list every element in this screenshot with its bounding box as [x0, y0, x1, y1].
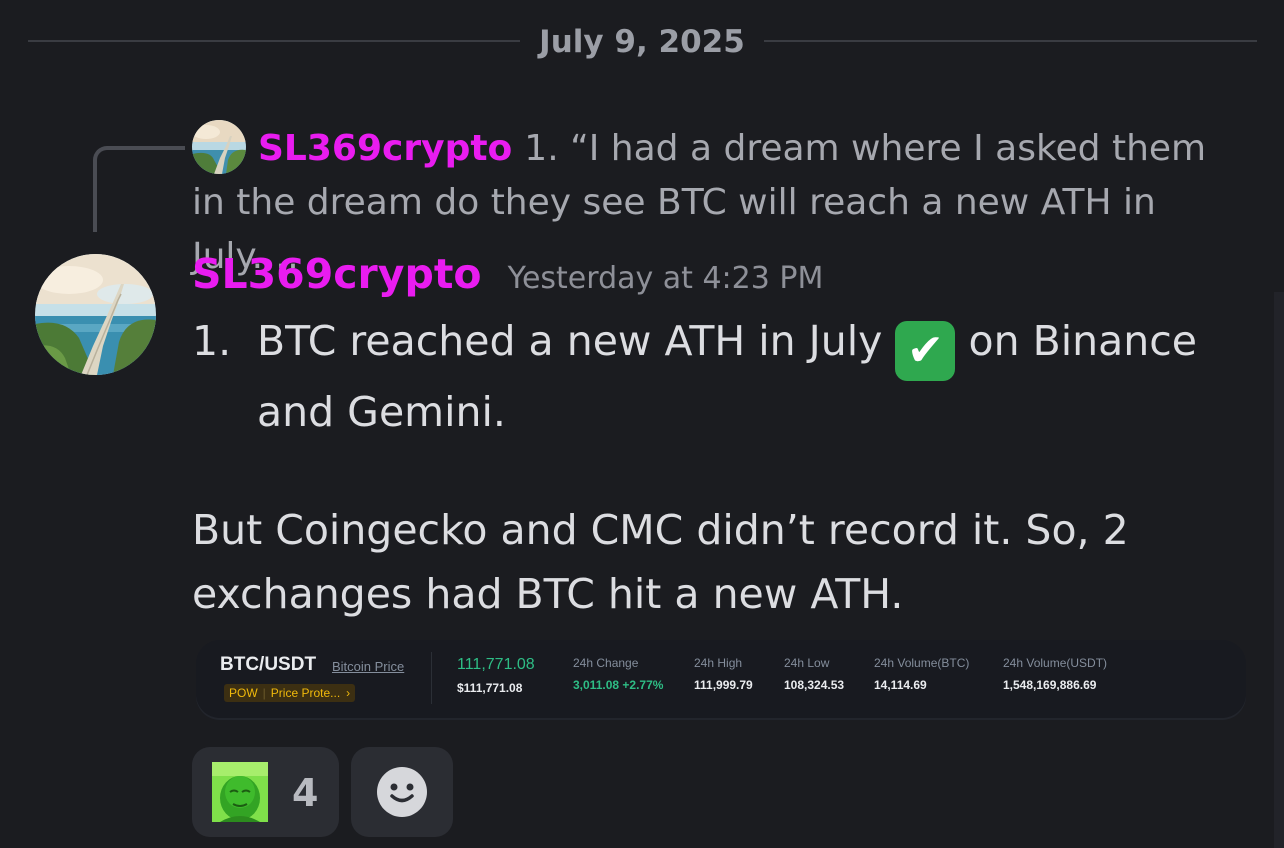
- stat-label: 24h Volume(BTC): [874, 656, 970, 670]
- add-reaction-smile-icon: [377, 767, 427, 817]
- stat-value: 1,548,169,886.69: [1003, 678, 1097, 692]
- author-name[interactable]: SL369crypto: [192, 250, 482, 298]
- ticker-stat-volume-usdt: 24h Volume(USDT) 1,548,169,886.69: [1003, 656, 1107, 692]
- embedded-ticker-image[interactable]: BTC/USDT Bitcoin Price POW | Price Prote…: [196, 640, 1246, 718]
- list-number: 1.: [192, 317, 232, 365]
- reaction-count: 4: [292, 771, 319, 815]
- list-item-text: BTC reached a new ATH in July ✔ on Binan…: [257, 310, 1222, 443]
- chevron-right-icon: ›: [346, 686, 351, 700]
- ticker-divider: [431, 652, 432, 704]
- ticker-price-link: Bitcoin Price: [332, 659, 405, 674]
- message-paragraph: But Coingecko and CMC didn’t record it. …: [192, 506, 1129, 618]
- stairway-avatar-image: [35, 254, 156, 375]
- check-mark-emoji-icon: ✔: [895, 321, 956, 381]
- ticker-stat-volume-btc: 24h Volume(BTC) 14,114.69: [874, 656, 969, 692]
- list-text-before: BTC reached a new ATH in July: [257, 317, 883, 365]
- ticker-last-price-usd: $111,771.08: [457, 681, 523, 695]
- scrollbar-track[interactable]: [1274, 292, 1284, 848]
- ticker-last-price: 111,771.08: [457, 656, 535, 673]
- stat-value: 111,999.79: [694, 678, 753, 692]
- date-divider-line-left: [28, 40, 520, 42]
- stat-value: 14,114.69: [874, 678, 927, 692]
- message-list: 1. BTC reached a new ATH in July ✔ on Bi…: [192, 310, 1222, 443]
- author-avatar[interactable]: [35, 254, 156, 375]
- stat-value: 3,011.08 +2.77%: [573, 678, 664, 692]
- pepe-emoji-icon: [212, 762, 268, 822]
- date-divider-line-right: [764, 40, 1257, 42]
- ticker-stat-low: 24h Low 108,324.53: [784, 656, 844, 692]
- ticker-tag-price-protect: Price Prote...: [270, 686, 341, 700]
- stat-value: 108,324.53: [784, 678, 845, 692]
- ticker-pair: BTC/USDT: [220, 654, 317, 675]
- ticker-stat-change: 24h Change 3,011.08 +2.77%: [573, 656, 663, 692]
- stat-label: 24h Change: [573, 656, 639, 670]
- ticker-tag-pow: POW: [229, 686, 258, 700]
- date-divider-label: July 9, 2025: [539, 24, 745, 60]
- message-timestamp[interactable]: Yesterday at 4:23 PM: [508, 261, 824, 296]
- stat-label: 24h Low: [784, 656, 830, 670]
- reply-author-name[interactable]: SL369crypto: [258, 128, 512, 169]
- reply-connector-line: [93, 146, 185, 232]
- ticker-tag-separator: |: [262, 686, 266, 700]
- stat-label: 24h High: [694, 656, 743, 670]
- message-header: SL369crypto Yesterday at 4:23 PM: [192, 250, 823, 306]
- ticker-tags: POW | Price Prote... ›: [224, 684, 356, 702]
- ticker-stat-high: 24h High 111,999.79: [694, 656, 753, 692]
- add-reaction-button[interactable]: [351, 747, 453, 837]
- stat-label: 24h Volume(USDT): [1003, 656, 1108, 670]
